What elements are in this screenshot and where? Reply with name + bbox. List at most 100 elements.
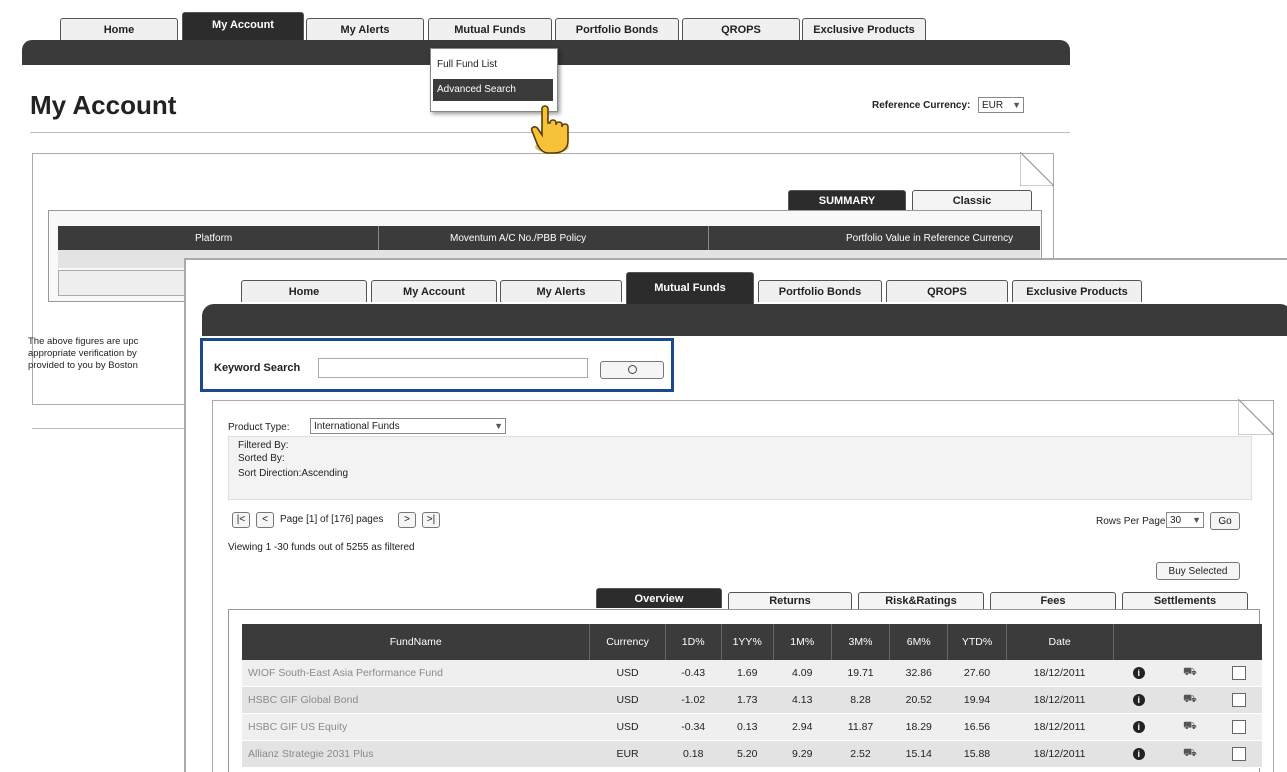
back-tab-portfolio-bonds[interactable]: Portfolio Bonds [555, 18, 679, 40]
select-cell [1215, 713, 1262, 741]
table-row: Allianz Strategie 2031 Plus EUR 0.18 5.2… [242, 740, 1262, 768]
info-icon[interactable]: i [1132, 694, 1145, 706]
fund-1d: -1.02 [665, 686, 722, 714]
back-bottom-divider [32, 428, 192, 429]
subtab-risk-ratings[interactable]: Risk&Ratings [858, 592, 984, 610]
pager-text: Page [1] of [176] pages [280, 514, 384, 525]
back-subtab-classic[interactable]: Classic [912, 190, 1032, 210]
fund-1m: 2.94 [773, 713, 832, 741]
fund-1m: 4.13 [773, 686, 832, 714]
tab-portfolio-bonds[interactable]: Portfolio Bonds [758, 280, 882, 302]
row-select-checkbox[interactable] [1231, 747, 1246, 761]
add-to-basket-icon[interactable]: ⛟ [1183, 747, 1197, 759]
pager-prev-button[interactable]: < [256, 512, 274, 528]
fund-1yy: 0.13 [721, 713, 774, 741]
tab-qrops[interactable]: QROPS [886, 280, 1008, 302]
back-subtab-summary[interactable]: SUMMARY [788, 190, 906, 210]
fund-1m: 4.09 [773, 660, 832, 687]
back-tab-exclusive-products[interactable]: Exclusive Products [802, 18, 926, 40]
funds-table: FundName Currency 1D% 1YY% 1M% 3M% 6M% Y… [242, 624, 1262, 768]
back-tab-mutual-funds[interactable]: Mutual Funds [428, 18, 552, 40]
info-cell: i [1113, 713, 1165, 741]
fund-name[interactable]: HSBC GIF US Equity [242, 713, 590, 741]
fund-3m: 8.28 [831, 686, 890, 714]
back-tab-my-alerts[interactable]: My Alerts [306, 18, 424, 40]
add-to-basket-icon[interactable]: ⛟ [1183, 693, 1197, 705]
back-tab-qrops[interactable]: QROPS [682, 18, 800, 40]
subtab-overview[interactable]: Overview [596, 588, 722, 608]
tab-mutual-funds[interactable]: Mutual Funds [626, 272, 754, 304]
disclaimer-line: provided to you by Boston [28, 360, 138, 371]
filtered-by: Filtered By: [238, 440, 289, 451]
back-col-value: Portfolio Value in Reference Currency [846, 233, 1014, 244]
fund-ytd: 15.88 [947, 740, 1007, 768]
subtab-settlements[interactable]: Settlements [1122, 592, 1248, 610]
fund-name[interactable]: HSBC GIF Global Bond [242, 686, 590, 714]
fund-6m: 18.29 [889, 713, 948, 741]
table-row: WIOF South-East Asia Performance Fund US… [242, 660, 1262, 687]
row-select-checkbox[interactable] [1231, 693, 1246, 707]
fund-date: 18/12/2011 [1006, 686, 1114, 714]
subtab-fees[interactable]: Fees [990, 592, 1116, 610]
info-icon[interactable]: i [1132, 667, 1145, 679]
fund-name[interactable]: Allianz Strategie 2031 Plus [242, 740, 590, 768]
col-1yy[interactable]: 1YY% [721, 624, 774, 660]
col-1d[interactable]: 1D% [665, 624, 722, 660]
page-curl-icon [1019, 150, 1056, 187]
table-row: HSBC GIF US Equity USD -0.34 0.13 2.94 1… [242, 713, 1262, 741]
product-type-label: Product Type: [228, 422, 290, 433]
fund-currency: USD [589, 713, 666, 741]
fund-name[interactable]: WIOF South-East Asia Performance Fund [242, 660, 590, 687]
col-fundname[interactable]: FundName [242, 624, 591, 660]
info-cell: i [1113, 686, 1165, 714]
dropdown-item-full-fund-list[interactable]: Full Fund List [437, 59, 497, 70]
go-button[interactable]: Go [1210, 512, 1240, 530]
info-icon[interactable]: i [1132, 748, 1145, 760]
buy-selected-button[interactable]: Buy Selected [1156, 562, 1240, 580]
info-icon[interactable]: i [1132, 721, 1145, 733]
hand-pointer-icon [530, 103, 572, 155]
rows-per-page-select[interactable]: 30 ▼ [1166, 512, 1204, 528]
col-1m[interactable]: 1M% [773, 624, 832, 660]
back-tab-home[interactable]: Home [60, 18, 178, 40]
back-tab-my-account[interactable]: My Account [182, 12, 304, 40]
dropdown-item-advanced-search[interactable]: Advanced Search [433, 79, 553, 101]
col-6m[interactable]: 6M% [889, 624, 949, 660]
fund-1yy: 5.20 [721, 740, 774, 768]
reference-currency-select[interactable]: EUR ▼ [978, 97, 1024, 113]
chevron-down-icon: ▼ [1012, 100, 1021, 110]
col-ytd[interactable]: YTD% [947, 624, 1007, 660]
reference-currency-label: Reference Currency: [872, 100, 971, 111]
fund-1d: 0.18 [665, 740, 722, 768]
disclaimer-line: appropriate verification by [28, 348, 137, 359]
tab-my-account[interactable]: My Account [371, 280, 497, 302]
cart-cell: ⛟ [1164, 740, 1216, 768]
fund-6m: 20.52 [889, 686, 948, 714]
subtab-returns[interactable]: Returns [728, 592, 852, 610]
info-cell: i [1113, 740, 1165, 768]
pager-first-button[interactable]: |< [232, 512, 250, 528]
fund-ytd: 16.56 [947, 713, 1007, 741]
pager-last-button[interactable]: >| [422, 512, 440, 528]
page-title: My Account [30, 90, 177, 120]
add-to-basket-icon[interactable]: ⛟ [1183, 720, 1197, 732]
pager-next-button[interactable]: > [398, 512, 416, 528]
product-type-select[interactable]: International Funds ▼ [310, 418, 506, 434]
col-currency[interactable]: Currency [589, 624, 666, 660]
row-select-checkbox[interactable] [1231, 720, 1246, 734]
cart-cell: ⛟ [1164, 660, 1216, 687]
row-select-checkbox[interactable] [1231, 666, 1246, 680]
fund-3m: 2.52 [831, 740, 890, 768]
fund-date: 18/12/2011 [1006, 660, 1114, 687]
chevron-down-icon: ▼ [1192, 515, 1201, 525]
add-to-basket-icon[interactable]: ⛟ [1183, 666, 1197, 678]
fund-currency: USD [589, 686, 666, 714]
tab-home[interactable]: Home [241, 280, 367, 302]
col-3m[interactable]: 3M% [831, 624, 891, 660]
back-col-divider [708, 226, 709, 250]
back-col-account: Moventum A/C No./PBB Policy [450, 233, 587, 244]
tab-my-alerts[interactable]: My Alerts [500, 280, 622, 302]
sort-direction: Sort Direction:Ascending [238, 468, 349, 479]
tab-exclusive-products[interactable]: Exclusive Products [1012, 280, 1142, 302]
col-date[interactable]: Date [1006, 624, 1114, 660]
